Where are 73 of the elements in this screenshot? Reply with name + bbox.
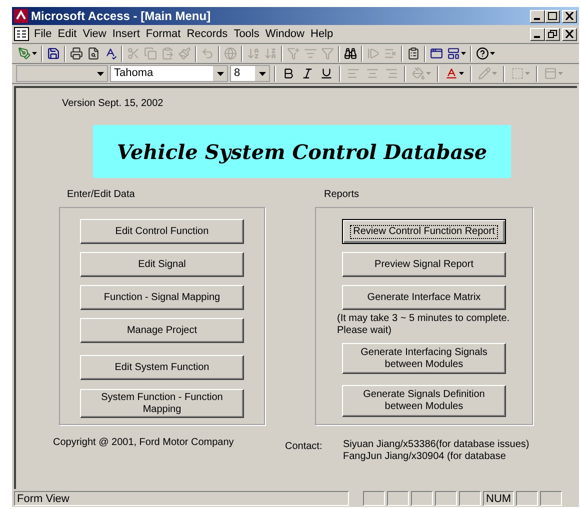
contact-label: Contact: <box>285 440 324 454</box>
form-button[interactable]: Edit Control Function <box>80 219 244 244</box>
status-panel <box>516 490 538 506</box>
form-button[interactable]: Preview Signal Report <box>342 252 506 277</box>
pen-icon[interactable] <box>18 47 31 60</box>
caret-icon[interactable] <box>490 52 495 55</box>
maximize-button[interactable] <box>545 10 560 22</box>
form-button[interactable]: System Function - Function Mapping <box>80 389 244 418</box>
close-icon[interactable] <box>565 12 574 20</box>
save-icon[interactable] <box>47 47 60 60</box>
status-message: Form View <box>14 490 349 506</box>
form-button[interactable]: Edit System Function <box>80 355 244 380</box>
caret-icon[interactable] <box>461 52 466 55</box>
window-title: Microsoft Access - [Main Menu] <box>31 8 211 25</box>
form-button[interactable]: Generate Signals Definition between Modules <box>342 385 506 417</box>
caret-icon[interactable] <box>216 72 224 76</box>
status-panel <box>387 490 409 506</box>
status-panel <box>435 490 457 506</box>
caret-icon[interactable] <box>32 52 37 55</box>
caret-icon[interactable] <box>258 72 266 76</box>
menu-item[interactable]: Format <box>142 26 184 42</box>
close-button[interactable] <box>562 28 577 40</box>
status-indicator: NUM <box>483 490 514 506</box>
restore-button[interactable] <box>545 28 560 40</box>
font-dropdown[interactable]: Tahoma <box>110 65 228 82</box>
close-button[interactable] <box>562 10 577 22</box>
form-button[interactable]: Manage Project <box>80 318 244 343</box>
contact-line: Siyuan Jiang/x53386(for database issues) <box>343 439 530 451</box>
help-icon[interactable] <box>476 47 489 60</box>
status-panel <box>459 490 481 506</box>
contact-line: FangJun Jiang/x30904 (for database <box>343 451 507 463</box>
print-preview-icon[interactable] <box>87 47 100 60</box>
minimize-button[interactable] <box>530 10 545 22</box>
restore-icon[interactable] <box>548 30 557 38</box>
binoculars-icon[interactable] <box>344 47 357 60</box>
font-color-icon[interactable] <box>445 67 458 80</box>
menu-item[interactable]: Insert <box>109 26 143 42</box>
menu-item[interactable]: Help <box>308 26 336 42</box>
form-button[interactable]: Review Control Function Report <box>342 219 506 244</box>
form-icon[interactable] <box>14 27 29 41</box>
banner-title: Vehicle System Control Database <box>116 138 488 166</box>
underline-icon[interactable] <box>320 67 333 80</box>
note-text: (It may take 3 ~ 5 minutes to complete. Please wait) <box>337 313 511 337</box>
menu-item[interactable]: Records <box>184 26 231 42</box>
menu-item[interactable]: View <box>80 26 110 42</box>
new-object-icon[interactable] <box>447 47 460 60</box>
form-button[interactable]: Generate Interface Matrix <box>342 285 506 310</box>
caret-icon[interactable] <box>96 72 104 76</box>
copyright-text: Copyright @ 2001, Ford Motor Company <box>53 436 235 450</box>
font-size-dropdown[interactable]: 8 <box>230 65 270 82</box>
section-heading: Reports <box>324 188 360 202</box>
form-button[interactable]: Edit Signal <box>80 252 244 277</box>
properties-icon[interactable] <box>407 47 420 60</box>
caret-icon[interactable] <box>459 72 464 75</box>
form-button[interactable]: Generate Interfacing Signals between Modules <box>342 343 506 374</box>
version-text: Version Sept. 15, 2002 <box>62 97 164 111</box>
window-icon[interactable] <box>430 47 443 60</box>
menu-item[interactable]: Edit <box>54 26 80 42</box>
minimize-button[interactable] <box>530 28 545 40</box>
status-panel <box>363 490 385 506</box>
status-panel <box>411 490 433 506</box>
menu-item[interactable]: Window <box>262 26 308 42</box>
menu-item[interactable]: Tools <box>230 26 262 42</box>
form-button[interactable]: Function - Signal Mapping <box>80 285 244 310</box>
menu-item[interactable]: File <box>31 26 55 42</box>
close-icon[interactable] <box>565 30 574 38</box>
spelling-icon[interactable] <box>104 47 117 60</box>
bold-icon[interactable] <box>282 67 295 80</box>
italic-icon[interactable] <box>301 67 314 80</box>
printer-icon[interactable] <box>70 47 83 60</box>
section-heading: Enter/Edit Data <box>67 188 136 202</box>
max-icon[interactable] <box>548 12 557 20</box>
status-panel <box>540 490 562 506</box>
